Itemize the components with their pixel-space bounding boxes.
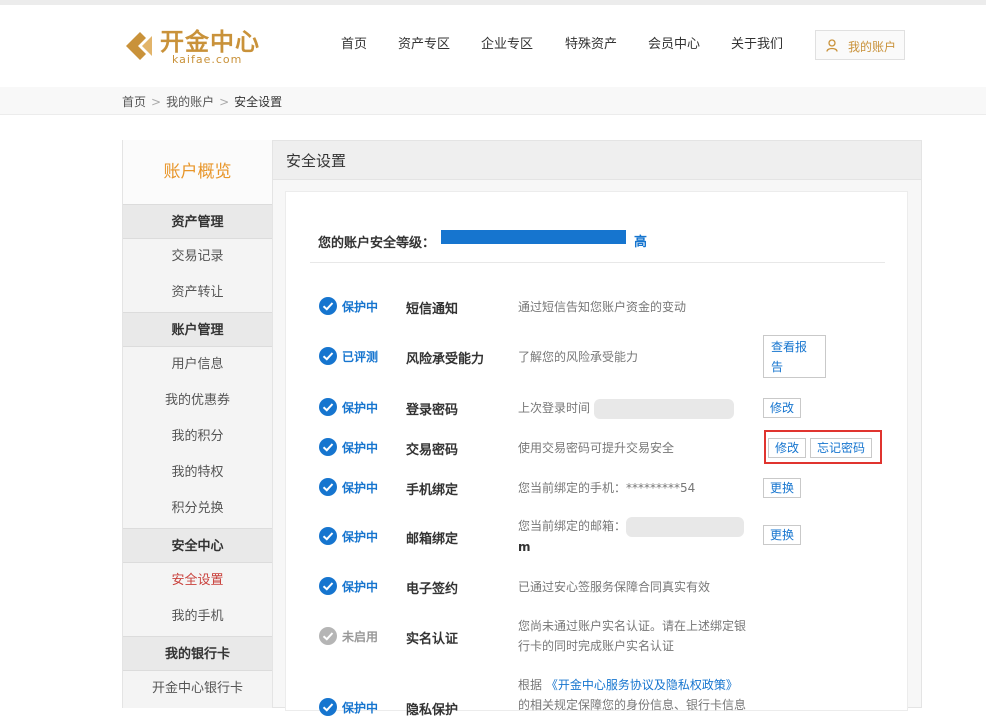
- sidebar-item-security-settings[interactable]: 安全设置: [123, 563, 272, 599]
- nav-enterprise[interactable]: 企业专区: [481, 35, 533, 55]
- redacted-email: [626, 516, 745, 537]
- item-desc: 您当前绑定的手机：*********54: [518, 481, 696, 495]
- nav-about[interactable]: 关于我们: [731, 35, 783, 55]
- realname-desc-line2: 行卡的同时完成账户实名认证: [518, 639, 675, 653]
- item-name: 短信通知: [406, 302, 459, 317]
- item-name: 邮箱绑定: [406, 532, 459, 547]
- site-header: 开金中心 kaifae.com 首页 资产专区 企业专区 特殊资产 会员中心 关…: [0, 5, 986, 88]
- nav-assets[interactable]: 资产专区: [398, 35, 450, 55]
- change-phone-button[interactable]: 更换: [763, 478, 802, 498]
- my-account-label: 我的账户: [848, 40, 897, 54]
- sidebar-item-coupons[interactable]: 我的优惠券: [123, 383, 272, 419]
- privacy-policy-link[interactable]: 《开金中心服务协议及隐私权政策》: [546, 678, 738, 692]
- status-label: 未启用: [342, 630, 379, 644]
- security-panel: 您的账户安全等级： 高 保护中 短信通知 通过短信告知您账户资金的变动 已评测 …: [285, 191, 908, 718]
- item-desc: 上次登录时间: [518, 398, 735, 419]
- security-level-bar: [441, 230, 626, 244]
- security-level-value: 高: [634, 235, 648, 250]
- breadcrumb-separator: >: [151, 95, 162, 109]
- item-name: 登录密码: [406, 403, 459, 418]
- status-label: 保护中: [342, 300, 379, 314]
- check-circle-icon: [319, 478, 337, 496]
- logo-text-cn: 开金中心: [160, 28, 260, 56]
- security-level-fill: [441, 230, 626, 244]
- logo-text-en: kaifae.com: [172, 53, 243, 66]
- item-desc: 通过短信告知您账户资金的变动: [518, 300, 687, 314]
- check-circle-icon: [319, 297, 337, 315]
- sidebar-item-bank-card[interactable]: 开金中心银行卡: [123, 671, 272, 707]
- item-name: 隐私保护: [406, 703, 459, 718]
- breadcrumb-home[interactable]: 首页: [122, 95, 146, 109]
- status-label: 保护中: [342, 441, 379, 455]
- redacted-login-time: [594, 398, 735, 419]
- breadcrumb-account[interactable]: 我的账户: [166, 95, 214, 109]
- nav-special-assets[interactable]: 特殊资产: [565, 35, 617, 55]
- item-desc: 根据 《开金中心服务协议及隐私权政策》的相关规定保障您的身份信息、银行卡信息: [518, 675, 746, 715]
- privacy-desc-line2: 的相关规定保障您的身份信息、银行卡信息: [518, 698, 747, 712]
- sidebar-item-privileges[interactable]: 我的特权: [123, 455, 272, 491]
- privacy-desc-prefix: 根据: [518, 678, 543, 692]
- item-desc: 使用交易密码可提升交易安全: [518, 441, 675, 455]
- nav-member-center[interactable]: 会员中心: [648, 35, 700, 55]
- sidebar-item-points[interactable]: 我的积分: [123, 419, 272, 455]
- check-circle-icon: [319, 347, 337, 365]
- sidebar-group-account: 账户管理: [123, 312, 272, 347]
- last-login-label: 上次登录时间: [518, 401, 591, 415]
- item-name: 实名认证: [406, 632, 459, 647]
- site-logo[interactable]: 开金中心 kaifae.com: [122, 28, 272, 68]
- main-header: 安全设置: [273, 141, 921, 180]
- sidebar-item-transactions[interactable]: 交易记录: [123, 239, 272, 275]
- status-label: 保护中: [342, 401, 379, 415]
- sidebar-item-points-exchange[interactable]: 积分兑换: [123, 491, 272, 527]
- view-report-button[interactable]: 查看报告: [763, 335, 826, 378]
- security-level-label: 您的账户安全等级：: [318, 236, 436, 251]
- security-main: 安全设置 您的账户安全等级： 高 保护中 短信通知 通过短信告知您账户资金的变动…: [273, 140, 922, 718]
- user-icon: [826, 39, 838, 52]
- breadcrumb: 首页 > 我的账户 > 安全设置: [122, 93, 282, 110]
- check-circle-icon: [319, 627, 337, 645]
- item-name: 交易密码: [406, 443, 459, 458]
- breadcrumb-current: 安全设置: [234, 95, 283, 109]
- sidebar-title[interactable]: 账户概览: [123, 140, 272, 205]
- page-title: 安全设置: [286, 152, 347, 170]
- realname-desc-line1: 您尚未通过账户实名认证。请在上述绑定银: [518, 619, 747, 633]
- sidebar-group-assets: 资产管理: [123, 204, 272, 239]
- item-desc: 您当前绑定的邮箱： m: [518, 516, 745, 557]
- sidebar-item-my-phone[interactable]: 我的手机: [123, 599, 272, 635]
- my-account-button[interactable]: 我的账户: [815, 30, 905, 60]
- sidebar-group-security: 安全中心: [123, 528, 272, 563]
- check-circle-icon: [319, 527, 337, 545]
- logo-mark-icon: [126, 32, 152, 60]
- email-suffix: m: [518, 539, 531, 554]
- status-label: 保护中: [342, 580, 379, 594]
- sidebar-item-user-info[interactable]: 用户信息: [123, 347, 272, 383]
- status-label: 已评测: [342, 350, 379, 364]
- check-circle-icon: [319, 577, 337, 595]
- check-circle-icon: [319, 438, 337, 456]
- security-level-row: 您的账户安全等级： 高: [310, 230, 885, 263]
- breadcrumb-separator: >: [219, 95, 230, 109]
- sidebar-item-asset-transfer[interactable]: 资产转让: [123, 275, 272, 311]
- status-label: 保护中: [342, 481, 379, 495]
- email-label: 您当前绑定的邮箱：: [518, 519, 627, 533]
- nav-home[interactable]: 首页: [341, 35, 367, 55]
- item-desc: 已通过安心签服务保障合同真实有效: [518, 580, 711, 594]
- change-login-password-button[interactable]: 修改: [763, 398, 802, 418]
- status-label: 保护中: [342, 530, 379, 544]
- item-desc: 您尚未通过账户实名认证。请在上述绑定银 行卡的同时完成账户实名认证: [518, 616, 746, 656]
- check-circle-icon: [319, 698, 337, 716]
- check-circle-icon: [319, 398, 337, 416]
- sidebar-group-bank-cards: 我的银行卡: [123, 636, 272, 671]
- account-sidebar: 账户概览 资产管理 交易记录 资产转让 账户管理 用户信息 我的优惠券 我的积分…: [122, 140, 273, 708]
- highlight-box: [764, 430, 882, 464]
- item-name: 电子签约: [406, 582, 459, 597]
- item-name: 风险承受能力: [406, 352, 485, 367]
- item-name: 手机绑定: [406, 483, 459, 498]
- change-email-button[interactable]: 更换: [763, 525, 802, 545]
- item-desc: 了解您的风险承受能力: [518, 350, 639, 364]
- breadcrumb-bar: 首页 > 我的账户 > 安全设置: [0, 87, 986, 115]
